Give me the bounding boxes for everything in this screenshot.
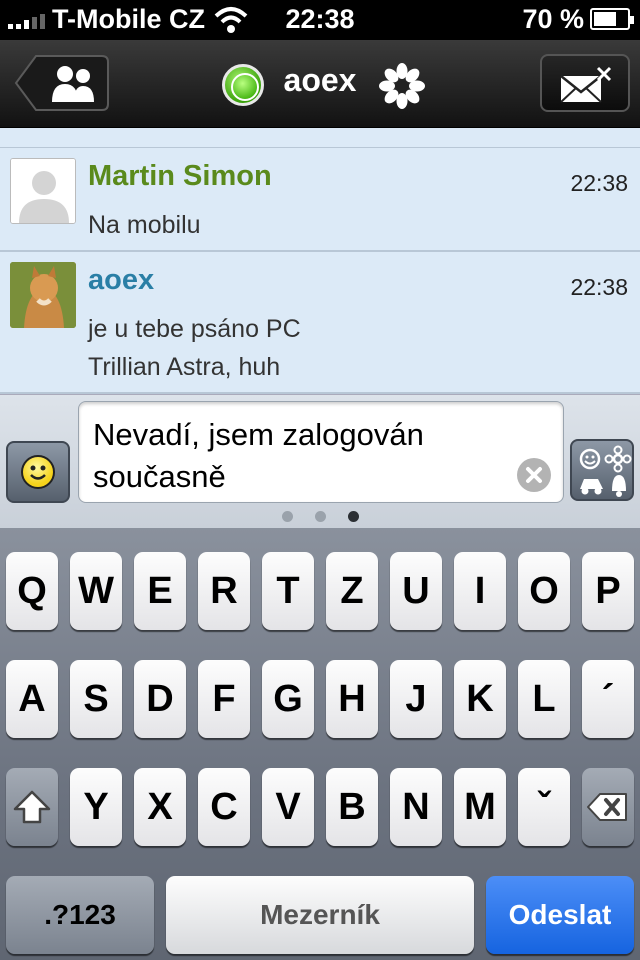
key-q[interactable]: Q — [6, 552, 58, 630]
numbers-key[interactable]: .?123 — [6, 876, 154, 954]
page-dot — [314, 511, 326, 522]
message-item[interactable]: aoex 22:38 je u tebe psáno PC Trillian A… — [0, 252, 640, 394]
key-c[interactable]: C — [198, 768, 250, 846]
key-h[interactable]: H — [326, 660, 378, 738]
backspace-icon — [587, 793, 627, 821]
sender-name: Martin Simon — [88, 160, 272, 192]
key-acute[interactable]: ´ — [582, 660, 634, 738]
message-input[interactable]: Nevadí, jsem zalogován současně — [78, 401, 564, 503]
key-e[interactable]: E — [134, 552, 186, 630]
message-text: je u tebe psáno PC Trillian Astra, huh — [88, 310, 301, 386]
key-i[interactable]: I — [454, 552, 506, 630]
clear-icon — [526, 467, 542, 483]
key-o[interactable]: O — [518, 552, 570, 630]
message-item[interactable]: Martin Simon 22:38 Na mobilu — [0, 148, 640, 252]
status-bar: T-Mobile CZ 22:38 70 % — [0, 0, 640, 40]
message-line: Trillian Astra, huh — [88, 353, 281, 381]
emoticon-button[interactable] — [6, 441, 70, 503]
key-b[interactable]: B — [326, 768, 378, 846]
close-chat-button[interactable] — [540, 54, 630, 112]
key-n[interactable]: N — [390, 768, 442, 846]
battery-icon — [590, 8, 634, 30]
key-caron[interactable]: ˇ — [518, 768, 570, 846]
key-x[interactable]: X — [134, 768, 186, 846]
message-input-value: Nevadí, jsem zalogován současně — [93, 417, 424, 494]
key-l[interactable]: L — [518, 660, 570, 738]
key-a[interactable]: A — [6, 660, 58, 738]
key-v[interactable]: V — [262, 768, 314, 846]
close-mail-icon — [560, 66, 612, 103]
shift-key[interactable] — [6, 768, 58, 846]
icq-flower-icon — [378, 62, 426, 115]
message-line: Na mobilu — [88, 211, 201, 239]
smiley-icon — [21, 455, 55, 489]
avatar — [10, 262, 76, 328]
key-t[interactable]: T — [262, 552, 314, 630]
key-y[interactable]: Y — [70, 768, 122, 846]
key-j[interactable]: J — [390, 660, 442, 738]
emoji-picker-button[interactable] — [570, 439, 634, 501]
key-k[interactable]: K — [454, 660, 506, 738]
key-p[interactable]: P — [582, 552, 634, 630]
message-time: 22:38 — [570, 170, 628, 196]
message-list[interactable]: Martin Simon 22:38 Na mobilu aoex 22:38 … — [0, 128, 640, 394]
key-w[interactable]: W — [70, 552, 122, 630]
page-dot — [281, 511, 293, 522]
key-f[interactable]: F — [198, 660, 250, 738]
battery-percent: 70 % — [522, 4, 584, 34]
message-time: 22:38 — [570, 274, 628, 300]
key-d[interactable]: D — [134, 660, 186, 738]
composer-bar: Nevadí, jsem zalogován současně — [0, 394, 640, 528]
message-line: je u tebe psáno PC — [88, 315, 301, 343]
key-m[interactable]: M — [454, 768, 506, 846]
message-text: Na mobilu — [88, 206, 201, 244]
shift-icon — [13, 790, 51, 824]
page-dot-active — [347, 511, 359, 522]
key-z[interactable]: Z — [326, 552, 378, 630]
emoji-page-indicator[interactable] — [0, 509, 640, 527]
emoji-categories-icon — [579, 445, 632, 497]
send-key[interactable]: Odeslat — [486, 876, 634, 954]
key-g[interactable]: G — [262, 660, 314, 738]
key-u[interactable]: U — [390, 552, 442, 630]
space-key[interactable]: Mezerník — [166, 876, 474, 954]
sender-name: aoex — [88, 264, 155, 296]
avatar — [10, 158, 76, 224]
key-s[interactable]: S — [70, 660, 122, 738]
clear-input-button[interactable] — [517, 458, 551, 492]
backspace-key[interactable] — [582, 768, 634, 846]
key-r[interactable]: R — [198, 552, 250, 630]
nav-bar: aoex — [0, 40, 640, 128]
keyboard: Q W E R T Z U I O P A S D F G H J K L ´ … — [0, 528, 640, 960]
previous-message-edge — [0, 128, 640, 148]
